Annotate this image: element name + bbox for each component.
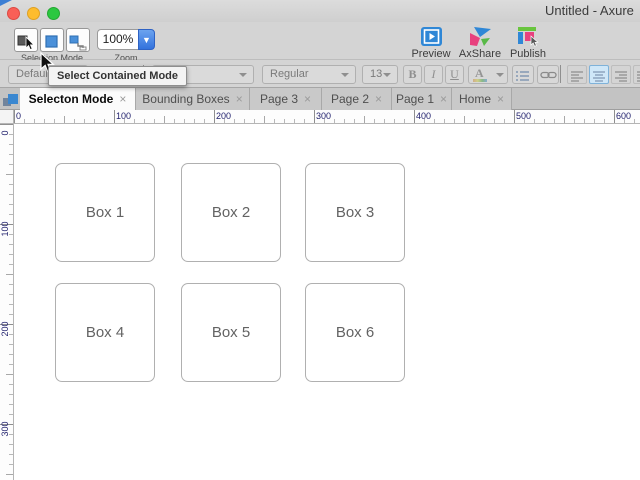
select-contained-mode-button[interactable] <box>40 28 64 52</box>
chevron-down-icon: ▼ <box>142 35 151 45</box>
tab-label: Page 2 <box>330 92 370 106</box>
canvas-box-2[interactable]: Box 2 <box>181 163 281 262</box>
canvas-box-5[interactable]: Box 5 <box>181 283 281 382</box>
axshare-label: AxShare <box>458 48 502 60</box>
tab-label: Bounding Boxes <box>142 92 230 106</box>
bullet-list-icon <box>516 70 529 81</box>
close-icon[interactable]: × <box>497 92 504 106</box>
preview-icon <box>420 27 442 46</box>
tab-label: Page 3 <box>259 92 299 106</box>
hyperlink-button[interactable] <box>537 65 559 84</box>
bold-button[interactable]: B <box>403 65 422 84</box>
font-weight-dropdown[interactable]: Regular <box>262 65 356 84</box>
close-icon[interactable]: × <box>119 92 126 106</box>
tab-page-3[interactable]: Page 3 × <box>250 88 322 110</box>
align-right-button[interactable] <box>611 65 631 84</box>
axure-window: Untitled - Axure Selection Mode 100% ▼ Z… <box>0 0 640 480</box>
titlebar: Untitled - Axure <box>0 0 640 22</box>
publish-icon <box>518 27 539 47</box>
tab-page-1[interactable]: Page 1 × <box>392 88 452 110</box>
tab-page-2[interactable]: Page 2 × <box>322 88 392 110</box>
ruler-number: 100 <box>116 111 132 121</box>
font-color-button[interactable]: A <box>468 65 508 84</box>
font-color-swatch <box>473 79 487 82</box>
italic-button[interactable]: I <box>424 65 443 84</box>
ruler-number: 200 <box>0 321 10 337</box>
preview-label: Preview <box>411 48 451 60</box>
page-tabbar: Selecton Mode × Bounding Boxes × Page 3 … <box>0 88 640 110</box>
align-left-button[interactable] <box>567 65 587 84</box>
tooltip: Select Contained Mode <box>48 66 188 86</box>
canvas-box-6[interactable]: Box 6 <box>305 283 405 382</box>
preview-button[interactable]: Preview <box>406 26 456 60</box>
vertical-ruler[interactable]: 0 100 200 300 <box>0 124 14 480</box>
tab-bounding-boxes[interactable]: Bounding Boxes × <box>136 88 250 110</box>
ruler-number: 0 <box>16 111 22 121</box>
minimize-window-button[interactable] <box>27 7 40 20</box>
chevron-down-icon <box>496 73 504 81</box>
align-center-icon <box>592 70 605 82</box>
tab-label: Selecton Mode <box>28 92 114 106</box>
align-justify-button[interactable] <box>633 65 640 84</box>
close-icon[interactable]: × <box>440 92 447 106</box>
canvas-box-3[interactable]: Box 3 <box>305 163 405 262</box>
toolbar-separator <box>560 65 561 83</box>
select-intersected-icon <box>17 35 35 50</box>
tab-selecton-mode[interactable]: Selecton Mode × <box>20 88 136 110</box>
underline-button[interactable]: U <box>445 65 464 84</box>
tab-label: Home <box>458 92 491 106</box>
zoom-window-button[interactable] <box>47 7 60 20</box>
bullet-list-button[interactable] <box>512 65 534 84</box>
sitemap-icon <box>0 88 20 110</box>
align-center-button[interactable] <box>589 65 609 84</box>
close-icon[interactable]: × <box>304 92 311 106</box>
ruler-number: 600 <box>616 111 632 121</box>
zoom-value-field[interactable]: 100% <box>97 29 138 50</box>
select-contained-icon <box>45 34 58 48</box>
canvas-box-4[interactable]: Box 4 <box>55 283 155 382</box>
font-size-dropdown[interactable]: 13 <box>362 65 398 84</box>
publish-label: Publish <box>509 48 547 60</box>
zoom-dropdown-button[interactable]: ▼ <box>138 29 155 50</box>
connect-mode-icon <box>69 35 87 50</box>
align-right-icon <box>614 70 627 82</box>
connect-mode-button[interactable] <box>66 28 90 52</box>
tab-label: Page 1 <box>395 92 435 106</box>
main-toolbar: Selection Mode 100% ▼ Zoom Preview AxSha… <box>0 22 640 86</box>
ruler-number: 0 <box>0 130 10 136</box>
link-icon <box>539 71 557 79</box>
publish-button[interactable]: Publish <box>503 26 553 60</box>
ruler-number: 300 <box>316 111 332 121</box>
close-window-button[interactable] <box>7 7 20 20</box>
axshare-icon <box>469 27 491 46</box>
ruler-number: 200 <box>216 111 232 121</box>
close-icon[interactable]: × <box>375 92 382 106</box>
align-left-icon <box>570 70 583 82</box>
ruler-number: 100 <box>0 221 10 237</box>
canvas-box-1[interactable]: Box 1 <box>55 163 155 262</box>
horizontal-ruler[interactable]: 0 100 200 300 400 500 600 <box>14 110 640 124</box>
close-icon[interactable]: × <box>236 92 243 106</box>
design-canvas[interactable]: Box 1 Box 2 Box 3 Box 4 Box 5 Box 6 <box>14 124 640 480</box>
tab-home[interactable]: Home × <box>452 88 512 110</box>
window-title: Untitled - Axure <box>545 3 634 18</box>
ruler-number: 300 <box>0 421 10 437</box>
select-intersected-mode-button[interactable] <box>14 28 38 52</box>
ruler-number: 400 <box>416 111 432 121</box>
align-justify-icon <box>636 70 640 82</box>
ruler-number: 500 <box>516 111 532 121</box>
axshare-button[interactable]: AxShare <box>455 26 505 60</box>
